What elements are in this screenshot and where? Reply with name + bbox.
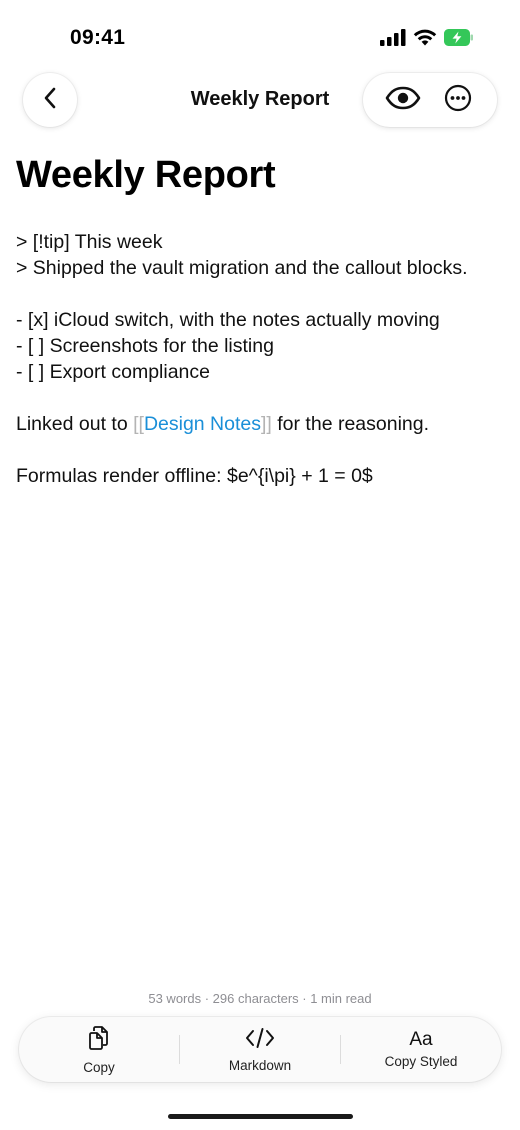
preview-button[interactable] — [383, 80, 423, 120]
more-button[interactable] — [438, 80, 478, 120]
task-line: - [ ] Screenshots for the listing — [16, 335, 274, 357]
code-brackets-icon — [245, 1027, 275, 1054]
cellular-signal-icon — [380, 28, 406, 46]
wikilink-prefix: Linked out to — [16, 413, 134, 435]
copy-label: Copy — [83, 1059, 115, 1075]
wifi-icon — [413, 28, 437, 46]
wikilink-close-bracket: ]] — [261, 413, 272, 435]
copy-button[interactable]: Copy — [19, 1017, 179, 1082]
task-line: - [x] iCloud switch, with the notes actu… — [16, 309, 440, 331]
text-style-icon: Aa — [409, 1029, 433, 1050]
ellipsis-circle-icon — [444, 84, 472, 117]
copy-styled-button[interactable]: Aa Copy Styled — [341, 1017, 501, 1082]
wikilink-line: Linked out to [[Design Notes]] for the r… — [16, 411, 506, 437]
eye-icon — [385, 86, 421, 115]
battery-charging-icon — [444, 28, 474, 46]
home-indicator[interactable] — [168, 1114, 353, 1119]
status-time: 09:41 — [70, 26, 126, 49]
callout-line: > Shipped the vault migration and the ca… — [16, 257, 468, 279]
wikilink-open-bracket: [[ — [133, 413, 144, 435]
task-line: - [ ] Export compliance — [16, 361, 210, 383]
document-title: Weekly Report — [16, 154, 276, 196]
screen: 09:41 Weekly Report Weekly Report > [!ti… — [0, 0, 520, 1130]
document-stats: 53 words · 296 characters · 1 min read — [148, 991, 372, 1006]
nav-actions-pill — [363, 73, 497, 127]
wikilink-suffix: for the reasoning. — [271, 413, 430, 435]
formula-line: Formulas render offline: $e^{i\pi} + 1 =… — [16, 465, 373, 487]
bottom-toolbar: Copy Markdown Aa Copy Styled — [19, 1017, 501, 1082]
document-body[interactable]: > [!tip] This week > Shipped the vault m… — [16, 229, 506, 489]
markdown-label: Markdown — [228, 1057, 292, 1073]
copy-document-icon — [87, 1025, 111, 1056]
wikilink-design-notes[interactable]: Design Notes — [144, 413, 261, 435]
status-icons — [380, 28, 474, 46]
copy-styled-label: Copy Styled — [384, 1054, 458, 1069]
callout-line: > [!tip] This week — [16, 231, 163, 253]
markdown-button[interactable]: Markdown — [180, 1017, 340, 1082]
